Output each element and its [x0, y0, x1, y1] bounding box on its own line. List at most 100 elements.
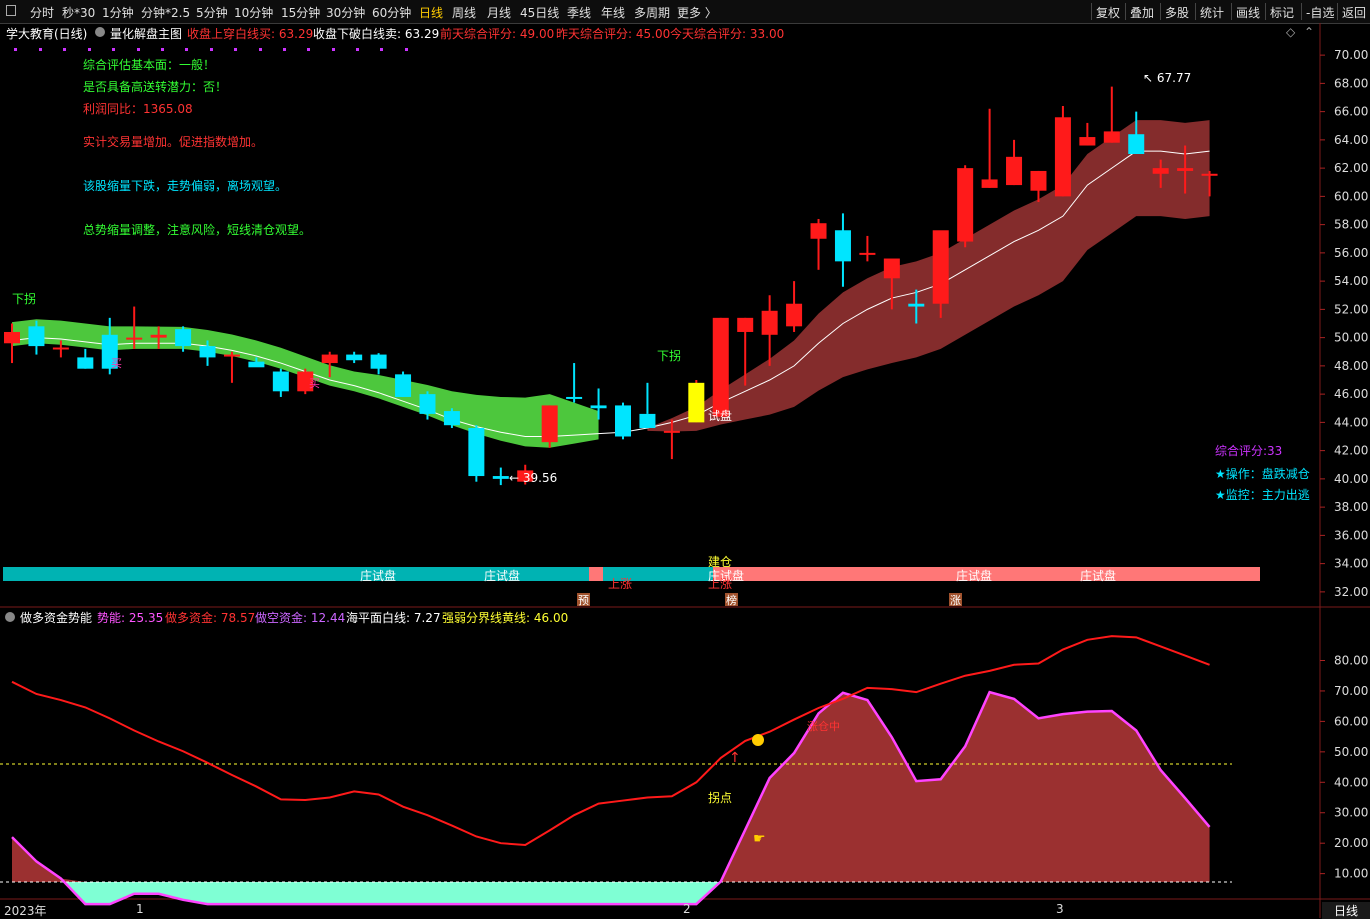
candle-body[interactable]: [175, 329, 192, 347]
candle-body[interactable]: [761, 310, 778, 335]
y-tick-label-main: 70.00: [1334, 48, 1368, 62]
y-tick-label-main: 44.00: [1334, 415, 1368, 429]
signal-mai-1: 买: [111, 357, 122, 370]
band-label-3: 庄试盘: [956, 568, 992, 583]
signal-shangzhang-2: 上涨: [708, 576, 732, 591]
candle-body[interactable]: [932, 230, 949, 304]
candle-body[interactable]: [957, 168, 974, 242]
candle-body[interactable]: [77, 357, 94, 369]
candle-body[interactable]: [834, 230, 851, 262]
note-transfer-potential: 是否具备高送转潜力：否！: [83, 80, 228, 94]
y-tick-label-main: 56.00: [1334, 246, 1368, 260]
candle-body[interactable]: [321, 354, 338, 364]
score-monitor: ★监控：主力出逃: [1215, 488, 1310, 502]
up-arrow-icon: ↑: [729, 750, 741, 766]
y-tick-label-main: 52.00: [1334, 302, 1368, 316]
signal-yu: 预: [578, 594, 589, 607]
note-fundamental: 综合评估基本面：一般！: [83, 58, 216, 72]
candle-body[interactable]: [492, 476, 509, 479]
candle-body[interactable]: [810, 223, 827, 239]
y-tick-label-main: 34.00: [1334, 557, 1368, 571]
y-tick-label-main: 48.00: [1334, 359, 1368, 373]
candle-body[interactable]: [370, 354, 387, 369]
candle-body[interactable]: [52, 347, 69, 350]
candle-body[interactable]: [1103, 131, 1120, 143]
y-tick-label-main: 62.00: [1334, 161, 1368, 175]
signal-dot: [112, 48, 115, 51]
signal-dot: [405, 48, 408, 51]
candle-body[interactable]: [1128, 134, 1145, 154]
signal-shangzhang-1: 上涨: [608, 576, 632, 591]
momentum-area-left: [12, 837, 86, 882]
sub-indicator-bar: 做多资金势能 势能: 25.35 做多资金: 78.57 做空资金: 12.44…: [0, 609, 1320, 627]
candle-body[interactable]: [566, 396, 583, 399]
signal-dot: [137, 48, 140, 51]
high-price-label: ↖ 67.77: [1143, 71, 1191, 85]
note-risk: 总势缩量调整，注意风险，短线清仓观望。: [83, 223, 312, 237]
candle-body[interactable]: [1079, 137, 1096, 146]
hand-cursor-icon: ☛: [753, 831, 766, 847]
signal-bang: 榜: [726, 593, 737, 607]
candle-body[interactable]: [1201, 173, 1218, 176]
candle-body[interactable]: [4, 331, 20, 344]
candle-body[interactable]: [443, 411, 460, 426]
band-label-0: 庄试盘: [360, 568, 396, 583]
candle-body[interactable]: [786, 303, 803, 327]
signal-dot: [14, 48, 17, 51]
signal-dot: [234, 48, 237, 51]
candle-body[interactable]: [346, 354, 363, 361]
band-label-4: 庄试盘: [1080, 568, 1116, 583]
x-label-month-2: 2: [683, 902, 691, 916]
candle-body[interactable]: [663, 430, 680, 433]
note-trend: 该股缩量下跌，走势偏弱，离场观望。: [83, 179, 288, 193]
signal-dot: [210, 48, 213, 51]
candle-body[interactable]: [1006, 156, 1023, 186]
candle-body[interactable]: [639, 413, 656, 429]
sub-indicator-menu-icon[interactable]: [5, 612, 15, 622]
y-tick-label-main: 66.00: [1334, 105, 1368, 119]
candle-body[interactable]: [981, 179, 998, 188]
candle-body[interactable]: [908, 303, 925, 307]
y-tick-label-main: 68.00: [1334, 76, 1368, 90]
note-profit-yoy: 利润同比：1365.08: [83, 102, 193, 116]
candle-body[interactable]: [712, 317, 729, 417]
candle-body[interactable]: [541, 405, 558, 443]
y-tick-label-sub: 30.00: [1334, 806, 1368, 820]
trend-band-red: [647, 120, 1210, 432]
signal-shipan: 试盘: [708, 408, 732, 423]
sub-indicator-name[interactable]: 做多资金势能: [20, 609, 92, 626]
candle-body[interactable]: [272, 371, 289, 392]
candle-body[interactable]: [126, 337, 143, 340]
candle-body[interactable]: [150, 334, 167, 338]
candle-body[interactable]: [1152, 168, 1169, 174]
signal-dot: [283, 48, 286, 51]
candle-body[interactable]: [223, 354, 240, 357]
candle-body[interactable]: [468, 428, 485, 477]
y-tick-label-sub: 70.00: [1334, 684, 1368, 698]
candle-body[interactable]: [883, 258, 900, 279]
candle-body[interactable]: [199, 346, 216, 358]
signal-dot: [88, 48, 91, 51]
candle-body[interactable]: [615, 405, 631, 437]
score-title: 综合评分:33: [1215, 444, 1283, 458]
candle-body[interactable]: [1054, 117, 1071, 197]
x-label-month-3: 3: [1056, 902, 1064, 916]
candle-body[interactable]: [590, 405, 607, 409]
candle-body[interactable]: [248, 361, 265, 368]
candle-body[interactable]: [1177, 168, 1194, 171]
candle-body[interactable]: [859, 252, 876, 255]
y-tick-label-main: 42.00: [1334, 444, 1368, 458]
signal-jiancang: 建仓: [708, 555, 732, 569]
candle-body[interactable]: [419, 394, 436, 414]
period-indicator[interactable]: 日线: [1322, 902, 1370, 919]
y-tick-label-main: 50.00: [1334, 331, 1368, 345]
candle-body[interactable]: [1030, 170, 1047, 191]
y-tick-label-main: 32.00: [1334, 585, 1368, 599]
y-tick-label-sub: 40.00: [1334, 775, 1368, 789]
signal-xiaguai-left: 下拐: [12, 291, 36, 306]
candle-body[interactable]: [688, 382, 705, 423]
candle-body[interactable]: [737, 317, 754, 332]
candle-body[interactable]: [28, 326, 45, 347]
y-tick-label-main: 64.00: [1334, 133, 1368, 147]
candle-body[interactable]: [395, 374, 412, 397]
